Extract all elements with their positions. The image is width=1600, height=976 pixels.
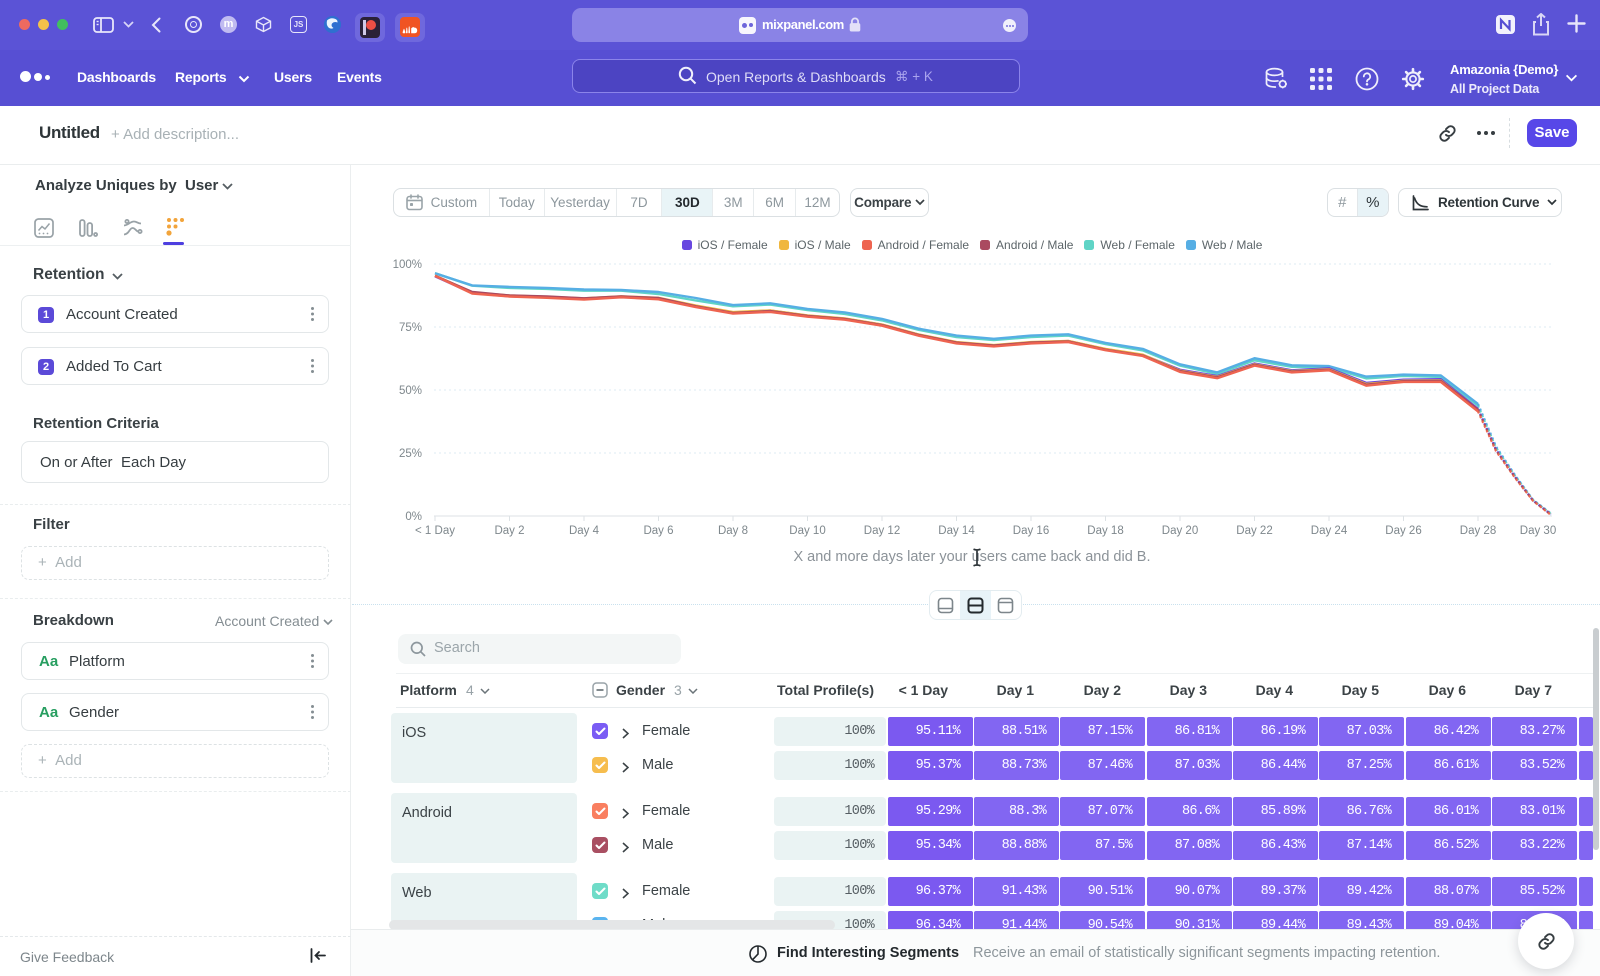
svg-text:Day 4: Day 4 xyxy=(569,525,600,537)
svg-text:100%: 100% xyxy=(393,259,422,271)
svg-text:Day 22: Day 22 xyxy=(1236,525,1272,537)
svg-text:Day 2: Day 2 xyxy=(494,525,524,537)
svg-text:Day 28: Day 28 xyxy=(1460,525,1496,537)
svg-text:Day 26: Day 26 xyxy=(1385,525,1421,537)
svg-text:Day 12: Day 12 xyxy=(864,525,900,537)
svg-text:Day 24: Day 24 xyxy=(1311,525,1348,537)
svg-text:< 1 Day: < 1 Day xyxy=(415,525,455,537)
svg-text:Day 6: Day 6 xyxy=(643,525,673,537)
svg-text:25%: 25% xyxy=(399,448,422,460)
svg-text:75%: 75% xyxy=(399,322,422,334)
svg-text:Day 10: Day 10 xyxy=(789,525,825,537)
svg-text:Day 16: Day 16 xyxy=(1013,525,1049,537)
svg-text:Day 20: Day 20 xyxy=(1162,525,1198,537)
svg-text:0%: 0% xyxy=(405,511,422,523)
svg-text:Day 30: Day 30 xyxy=(1520,525,1556,537)
svg-text:Day 18: Day 18 xyxy=(1087,525,1123,537)
svg-text:Day 8: Day 8 xyxy=(718,525,748,537)
svg-text:50%: 50% xyxy=(399,385,422,397)
svg-text:Day 14: Day 14 xyxy=(938,525,975,537)
